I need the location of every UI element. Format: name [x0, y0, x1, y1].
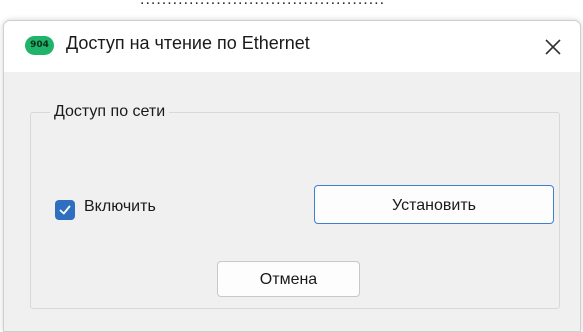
close-button[interactable]: [526, 21, 580, 72]
enable-checkbox[interactable]: [55, 200, 75, 220]
title-bar: 904 Доступ на чтение по Ethernet: [4, 21, 580, 72]
dialog-window: 904 Доступ на чтение по Ethernet Доступ …: [3, 20, 581, 332]
close-icon: [545, 38, 561, 55]
app-icon: 904: [25, 36, 54, 55]
background-window-strip: ........................................…: [0, 0, 583, 20]
dialog-content: Доступ по сети Включить Установить Отмен…: [4, 72, 580, 331]
groupbox-label: Доступ по сети: [50, 103, 170, 121]
checkmark-icon: [59, 205, 71, 215]
enable-checkbox-label[interactable]: Включить: [84, 198, 156, 216]
set-button[interactable]: Установить: [314, 185, 554, 224]
cancel-button[interactable]: Отмена: [217, 261, 360, 297]
background-partial-text: ........................................…: [140, 0, 385, 9]
window-title: Доступ на чтение по Ethernet: [66, 33, 310, 53]
